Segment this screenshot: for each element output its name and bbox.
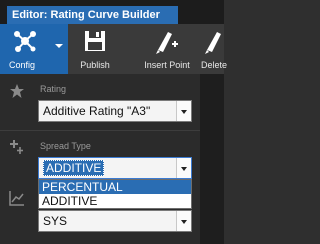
spread-type-value: ADDITIVE <box>43 160 105 176</box>
spread-icon <box>10 140 23 154</box>
sys-select[interactable]: SYS <box>38 210 192 232</box>
config-label: Config <box>9 60 36 70</box>
delete-icon <box>205 32 221 54</box>
publish-button[interactable]: Publish <box>70 24 120 74</box>
insert-point-icon <box>156 32 178 54</box>
title-bar: Editor: Rating Curve Builder <box>0 0 224 24</box>
chevron-down-icon[interactable] <box>176 211 191 231</box>
spread-type-select[interactable]: ADDITIVE <box>38 157 192 179</box>
insert-point-label: Insert Point <box>144 60 190 70</box>
publish-label: Publish <box>80 60 110 70</box>
spread-type-label: Spread Type <box>40 141 91 151</box>
dropdown-option-percentual[interactable]: PERCENTUAL <box>39 180 191 194</box>
spread-type-dropdown: PERCENTUAL ADDITIVE <box>38 179 192 209</box>
sys-value: SYS <box>43 214 68 228</box>
window-title: Editor: Rating Curve Builder <box>7 6 178 24</box>
config-icon <box>14 31 36 52</box>
chart-icon <box>9 191 24 206</box>
chevron-down-icon[interactable] <box>176 158 191 178</box>
delete-label: Delete <box>200 60 227 70</box>
rating-label: Rating <box>40 84 67 94</box>
toolbar: Config Publish Insert Point Delete <box>0 24 227 74</box>
insert-point-button[interactable]: Insert Point <box>132 24 202 74</box>
chevron-down-icon[interactable] <box>55 44 63 48</box>
dropdown-option-additive[interactable]: ADDITIVE <box>39 194 191 208</box>
chevron-down-icon[interactable] <box>176 101 191 121</box>
rating-select[interactable]: Additive Rating "A3" <box>38 100 192 122</box>
star-icon <box>10 84 24 98</box>
right-scroll-area <box>200 74 224 244</box>
config-button[interactable]: Config <box>0 24 68 74</box>
delete-button[interactable]: Delete <box>194 24 234 74</box>
rating-value: Additive Rating "A3" <box>43 104 151 118</box>
config-panel: Rating Additive Rating "A3" Spread Type … <box>0 74 200 244</box>
publish-icon <box>85 31 105 51</box>
divider <box>0 130 200 131</box>
